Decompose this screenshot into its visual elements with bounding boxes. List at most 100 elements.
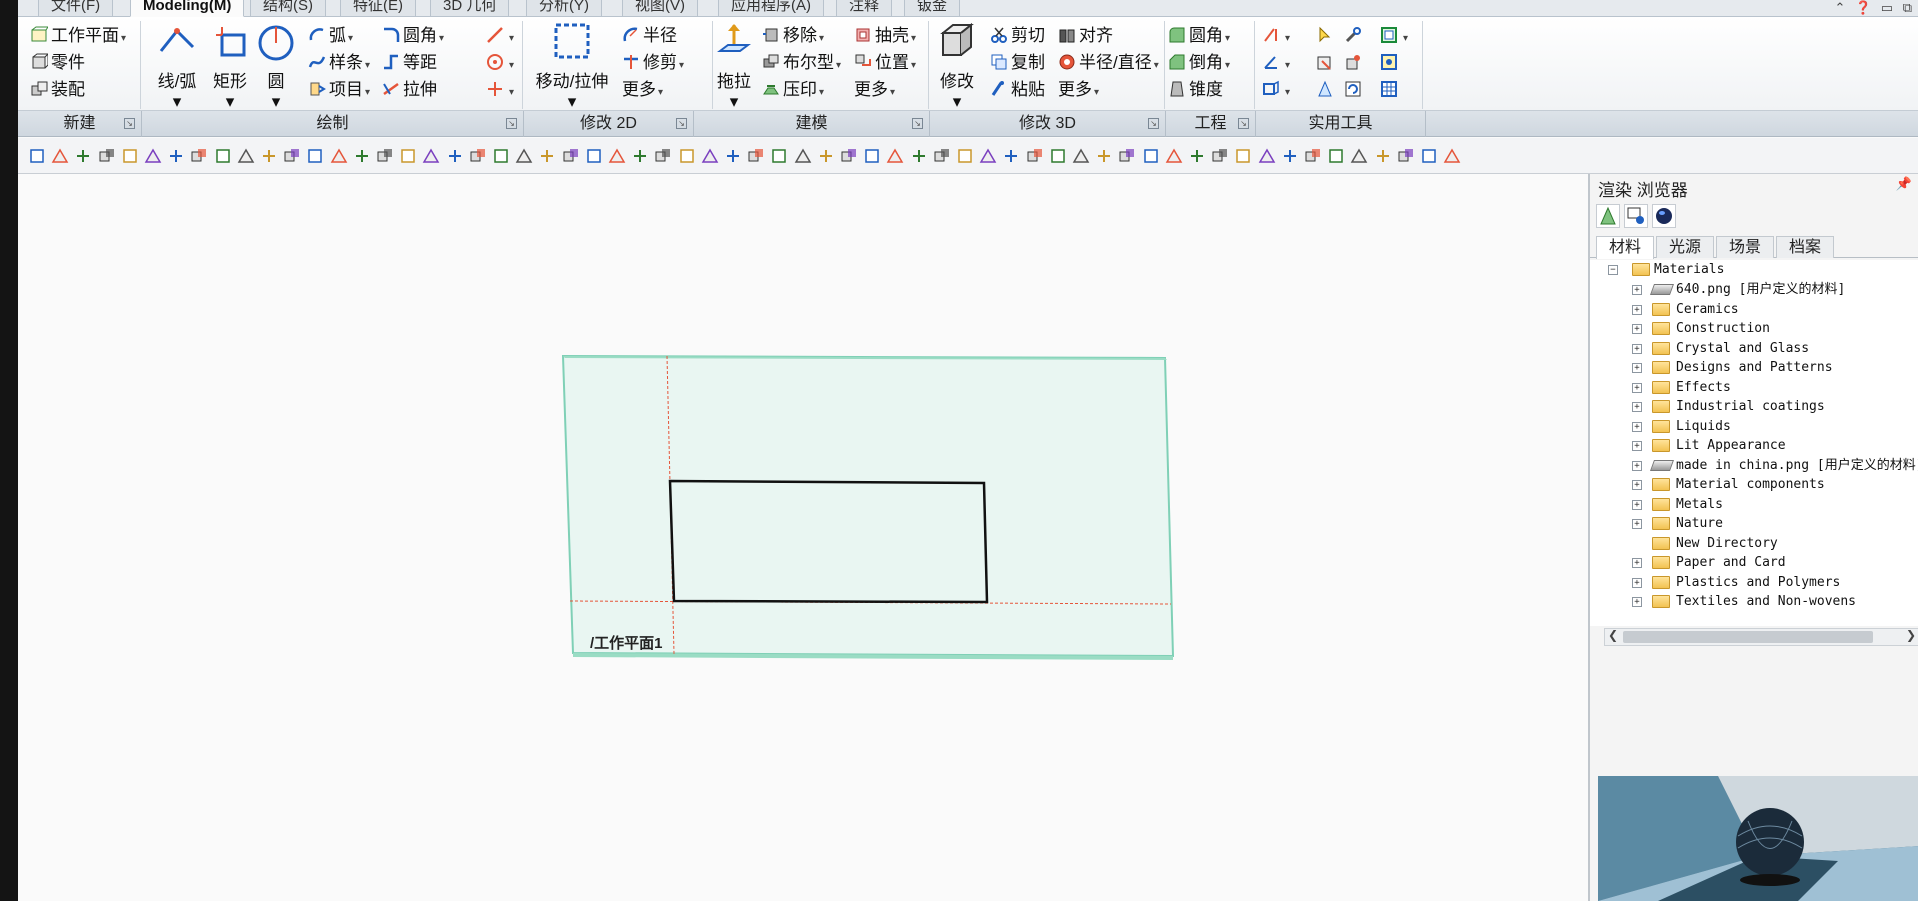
boolean-button[interactable]: 布尔型 ▾ bbox=[762, 50, 841, 76]
group-launcher-icon[interactable]: ↘ bbox=[912, 118, 923, 129]
material-editor-icon[interactable] bbox=[1624, 204, 1648, 228]
toolbar-tool-31-icon[interactable] bbox=[724, 147, 742, 165]
toolbar-tool-53-icon[interactable] bbox=[1234, 147, 1252, 165]
toolbar-tool-56-icon[interactable] bbox=[1304, 147, 1322, 165]
modeling-more-button[interactable]: 更多 ▾ bbox=[854, 77, 895, 103]
toolbar-tool-48-icon[interactable] bbox=[1118, 147, 1136, 165]
tab-scenes[interactable]: 场景 bbox=[1716, 236, 1775, 258]
scroll-thumb[interactable] bbox=[1623, 631, 1873, 643]
tab-applications[interactable]: 应用程序(A) bbox=[718, 0, 824, 17]
copy-button[interactable]: 复制 bbox=[990, 50, 1045, 76]
toolbar-tool-54-icon[interactable] bbox=[1258, 147, 1276, 165]
scroll-left-icon[interactable]: ❮ bbox=[1608, 628, 1618, 642]
toolbar-tool-32-icon[interactable] bbox=[747, 147, 765, 165]
toolbar-tool-57-icon[interactable] bbox=[1327, 147, 1345, 165]
tab-modeling[interactable]: Modeling(M) bbox=[130, 0, 245, 17]
toolbar-tool-21-icon[interactable] bbox=[492, 147, 510, 165]
tree-item[interactable]: + Nature bbox=[1590, 514, 1918, 534]
tab-annotation[interactable]: 注释 bbox=[836, 0, 893, 17]
util-refresh-button[interactable] bbox=[1344, 77, 1365, 103]
expand-icon[interactable]: + bbox=[1632, 577, 1642, 588]
toolbar-tool-59-icon[interactable] bbox=[1374, 147, 1392, 165]
expand-icon[interactable]: + bbox=[1632, 460, 1642, 471]
tree-item[interactable]: + Plastics and Polymers bbox=[1590, 573, 1918, 593]
toolbar-tool-19-icon[interactable] bbox=[446, 147, 464, 165]
tab-sheet-metal[interactable]: 钣金 bbox=[904, 0, 961, 17]
undo-icon[interactable] bbox=[121, 147, 139, 165]
toolbar-tool-11-icon[interactable] bbox=[260, 147, 278, 165]
toolbar-tool-12-icon[interactable] bbox=[283, 147, 301, 165]
toolbar-tool-35-icon[interactable] bbox=[817, 147, 835, 165]
group-launcher-icon[interactable]: ↘ bbox=[1238, 118, 1249, 129]
scroll-right-icon[interactable]: ❯ bbox=[1906, 628, 1916, 642]
toolbar-tool-47-icon[interactable] bbox=[1095, 147, 1113, 165]
expand-icon[interactable]: + bbox=[1632, 499, 1642, 510]
tab-view[interactable]: 视图(V) bbox=[622, 0, 698, 17]
emboss-button[interactable]: 压印 ▾ bbox=[762, 77, 824, 103]
group-launcher-icon[interactable]: ↘ bbox=[124, 118, 135, 129]
toolbar-tool-45-icon[interactable] bbox=[1049, 147, 1067, 165]
util-frame-dropdown[interactable]: ▾ bbox=[1380, 23, 1408, 49]
toolbar-tool-61-icon[interactable] bbox=[1420, 147, 1438, 165]
toolbar-tool-33-icon[interactable] bbox=[770, 147, 788, 165]
toolbar-tool-23-icon[interactable] bbox=[538, 147, 556, 165]
rectangle-button[interactable]: 矩形 ▾ bbox=[208, 21, 252, 112]
toolbar-tool-14-icon[interactable] bbox=[330, 147, 348, 165]
pin-icon[interactable]: 📌 bbox=[1896, 176, 1912, 192]
toolbar-tool-46-icon[interactable] bbox=[1072, 147, 1090, 165]
toolbar-tool-42-icon[interactable] bbox=[979, 147, 997, 165]
position-button[interactable]: 位置 ▾ bbox=[854, 50, 916, 76]
minimize-icon[interactable]: ▭ bbox=[1881, 0, 1893, 15]
expand-icon[interactable]: + bbox=[1632, 402, 1642, 412]
align-button[interactable]: 对齐 bbox=[1058, 23, 1113, 49]
toolbar-tool-37-icon[interactable] bbox=[863, 147, 881, 165]
tab-file[interactable]: 文件(F) bbox=[38, 0, 114, 17]
tree-item[interactable]: + Effects bbox=[1590, 378, 1918, 398]
tree-item[interactable]: + Industrial coatings bbox=[1590, 397, 1918, 417]
3d-viewport[interactable]: /工作平面1 bbox=[18, 174, 1586, 901]
toolbar-tool-38-icon[interactable] bbox=[886, 147, 904, 165]
expand-icon[interactable]: + bbox=[1632, 558, 1642, 568]
modify-3d-button[interactable]: 修改 ▾ bbox=[930, 21, 984, 112]
pull-button[interactable]: 拖拉 ▾ bbox=[708, 21, 760, 112]
toolbar-tool-30-icon[interactable] bbox=[701, 147, 719, 165]
expand-icon[interactable]: + bbox=[1632, 382, 1642, 393]
toolbar-tool-41-icon[interactable] bbox=[956, 147, 974, 165]
util-table-button[interactable] bbox=[1380, 77, 1401, 103]
fillet-3d-button[interactable]: 圆角 ▾ bbox=[1168, 23, 1230, 49]
tree-item[interactable]: + Paper and Card bbox=[1590, 553, 1918, 573]
tree-item[interactable]: + Ceramics bbox=[1590, 300, 1918, 320]
group-launcher-icon[interactable]: ↘ bbox=[506, 118, 517, 129]
toolbar-tool-13-icon[interactable] bbox=[306, 147, 324, 165]
spline-button[interactable]: 样条 ▾ bbox=[308, 50, 370, 76]
tree-item[interactable]: + Lit Appearance bbox=[1590, 436, 1918, 456]
toolbar-tool-10-icon[interactable] bbox=[237, 147, 255, 165]
tree-item[interactable]: + Crystal and Glass bbox=[1590, 339, 1918, 359]
new-workplane-button[interactable]: 工作平面 ▾ bbox=[30, 23, 126, 49]
toolbar-tool-27-icon[interactable] bbox=[631, 147, 649, 165]
radius-diameter-button[interactable]: 半径/直径 ▾ bbox=[1058, 50, 1159, 76]
material-tree-icon[interactable] bbox=[1596, 204, 1620, 228]
util-inspect-button[interactable] bbox=[1316, 77, 1337, 103]
tree-item[interactable]: + Material components bbox=[1590, 475, 1918, 495]
toolbar-tool-16-icon[interactable] bbox=[376, 147, 394, 165]
tab-archive[interactable]: 档案 bbox=[1776, 236, 1835, 258]
toolbar-tool-20-icon[interactable] bbox=[469, 147, 487, 165]
toolbar-tool-60-icon[interactable] bbox=[1397, 147, 1415, 165]
toolbar-tool-62-icon[interactable] bbox=[1443, 147, 1461, 165]
toolbar-tool-9-icon[interactable] bbox=[214, 147, 232, 165]
chamfer-button[interactable]: 倒角 ▾ bbox=[1168, 50, 1230, 76]
shell-button[interactable]: 抽壳 ▾ bbox=[854, 23, 916, 49]
toolbar-tool-55-icon[interactable] bbox=[1281, 147, 1299, 165]
line-tool-dropdown[interactable]: ▾ bbox=[486, 23, 514, 49]
restore-icon[interactable]: ⧉ bbox=[1903, 0, 1912, 15]
taper-button[interactable]: 锥度 bbox=[1168, 77, 1223, 103]
circle-button[interactable]: 圆 ▾ bbox=[256, 21, 296, 112]
tab-materials[interactable]: 材料 bbox=[1596, 236, 1655, 259]
trim-button[interactable]: 修剪 ▾ bbox=[622, 50, 684, 76]
tree-item[interactable]: + Designs and Patterns bbox=[1590, 358, 1918, 378]
tab-lights[interactable]: 光源 bbox=[1656, 236, 1715, 258]
expand-icon[interactable]: + bbox=[1632, 363, 1642, 373]
toolbar-tool-40-icon[interactable] bbox=[933, 147, 951, 165]
expand-icon[interactable]: + bbox=[1632, 597, 1642, 607]
